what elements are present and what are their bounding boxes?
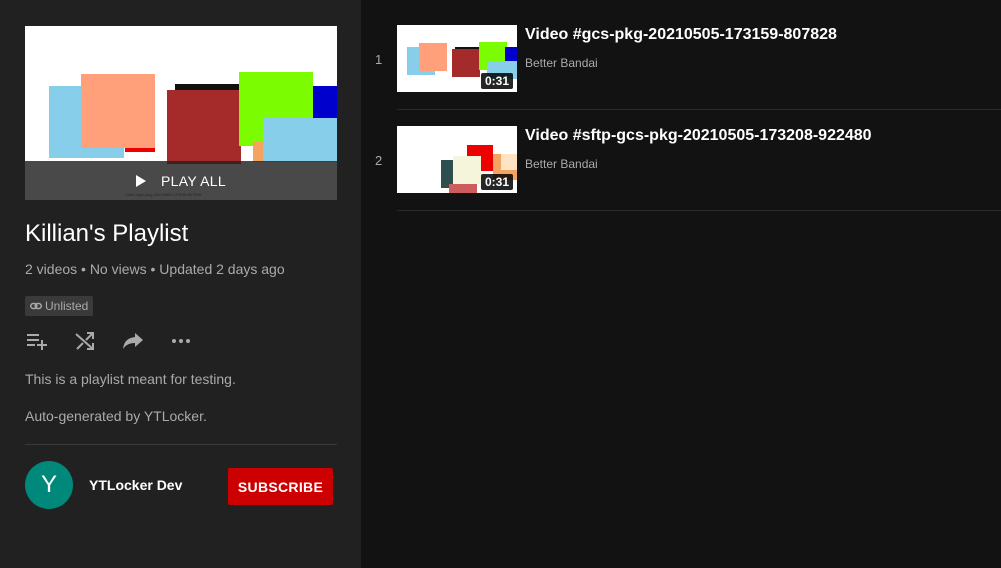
list-item[interactable]: 1 0:31 Video #gcs-pkg-20210505-173159-80… — [361, 9, 1001, 110]
thumb-shape — [313, 86, 337, 122]
playlist-description: This is a playlist meant for testing. — [25, 371, 236, 387]
thumb-shape — [167, 90, 241, 164]
playlist-stats: 2 videos • No views • Updated 2 days ago — [25, 261, 285, 277]
thumb-shape — [449, 184, 477, 193]
playlist-actions — [25, 329, 217, 353]
link-icon — [30, 302, 42, 310]
video-duration: 0:31 — [480, 174, 513, 190]
more-icon[interactable] — [169, 329, 193, 353]
playlist-video-list: 1 0:31 Video #gcs-pkg-20210505-173159-80… — [361, 0, 1001, 568]
subscribe-button[interactable]: SUBSCRIBE — [228, 468, 333, 505]
thumb-shape — [419, 43, 447, 71]
video-title[interactable]: Video #gcs-pkg-20210505-173159-807828 — [525, 26, 837, 44]
play-all-button[interactable]: PLAY ALL — [25, 161, 337, 200]
video-index: 1 — [375, 52, 383, 67]
thumb-shape — [505, 47, 517, 61]
privacy-label: Unlisted — [45, 299, 89, 313]
thumb-shape — [81, 74, 155, 148]
thumb-shape — [452, 49, 480, 77]
video-duration: 0:31 — [480, 73, 513, 89]
video-channel[interactable]: Better Bandai — [525, 157, 598, 171]
thumb-shape — [501, 154, 517, 170]
video-thumbnail[interactable]: 0:31 — [397, 25, 517, 92]
play-all-label: PLAY ALL — [161, 172, 226, 189]
auto-generated-note: Auto-generated by YTLocker. — [25, 408, 207, 424]
video-channel[interactable]: Better Bandai — [525, 56, 598, 70]
privacy-badge: Unlisted — [25, 296, 94, 316]
video-title[interactable]: Video #sftp-gcs-pkg-20210505-173208-9224… — [525, 127, 872, 145]
video-index: 2 — [375, 153, 383, 168]
thumb-shape — [453, 156, 481, 184]
list-item[interactable]: 2 0:31 Video #sftp-gcs-pkg-20210505-1732… — [361, 110, 1001, 211]
add-to-queue-icon[interactable] — [25, 329, 49, 353]
divider — [397, 210, 1001, 211]
shuffle-icon[interactable] — [73, 329, 97, 353]
video-thumbnail[interactable]: 0:31 — [397, 126, 517, 193]
playlist-title: Killian's Playlist — [25, 220, 189, 247]
divider — [25, 444, 337, 445]
playlist-sidebar: Video #gcs-pkg-20210505-173159-807828 PL… — [0, 0, 361, 568]
owner-avatar[interactable]: Y — [25, 461, 73, 509]
owner-name[interactable]: YTLocker Dev — [89, 477, 182, 493]
play-icon — [136, 174, 147, 187]
thumb-shape — [263, 118, 337, 162]
playlist-hero-thumbnail[interactable]: Video #gcs-pkg-20210505-173159-807828 PL… — [25, 26, 337, 200]
share-icon[interactable] — [121, 329, 145, 353]
